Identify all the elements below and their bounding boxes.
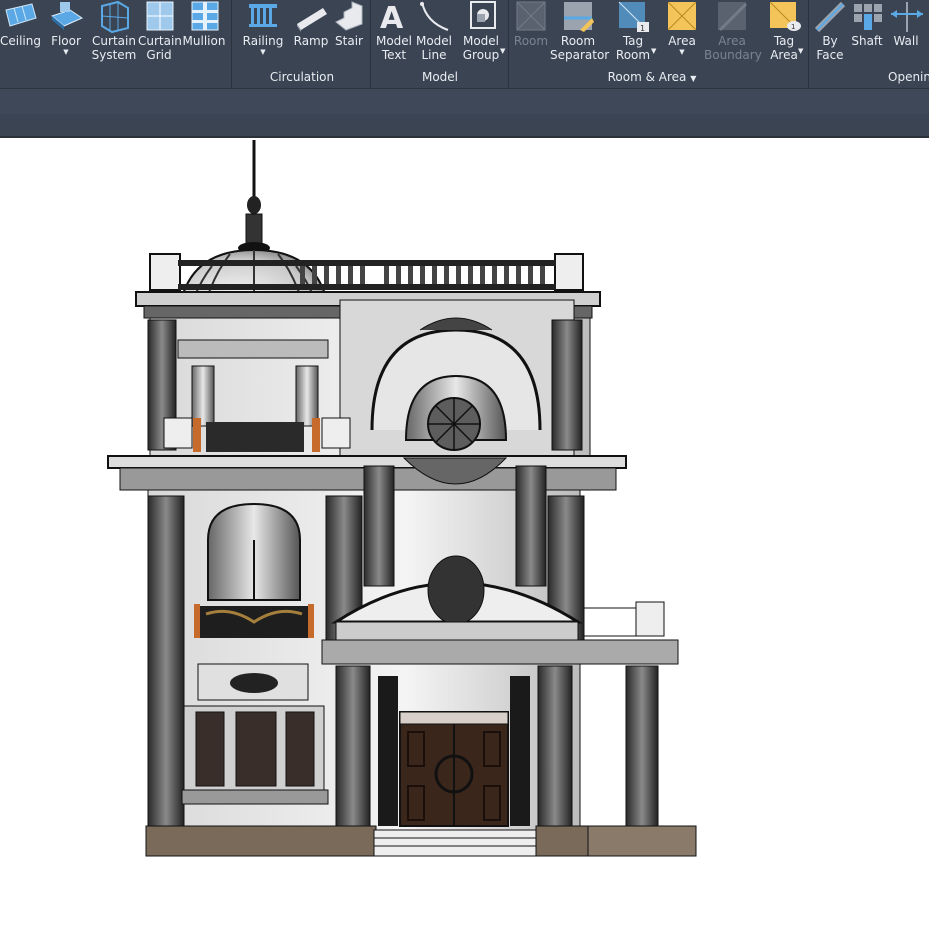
tag-area-icon: 1 (764, 0, 804, 34)
svg-text:1: 1 (640, 24, 645, 33)
area-boundary-icon (704, 0, 760, 34)
stair-label: Stair (335, 34, 363, 48)
ceiling-icon (0, 0, 40, 34)
wall-opening-label: Wall (893, 34, 919, 48)
ribbon-separator (508, 0, 509, 88)
ribbon-separator (231, 0, 232, 88)
railing-button[interactable]: Railing ▼ (240, 0, 286, 72)
model-line-label: Model Line (415, 34, 453, 62)
model-text-icon: A (374, 0, 414, 36)
group-title-model: Model (421, 70, 459, 84)
room-separator-icon (550, 0, 606, 34)
ribbon-panel: Ceiling Floor ▼ Curtain System Curtain G… (0, 0, 929, 88)
room-area-group-label: Room & Area (607, 70, 687, 84)
group-title-room-area[interactable]: Room & Area ▼ (600, 70, 704, 84)
room-separator-label: Room Separator (550, 34, 610, 62)
model-line-icon (414, 0, 454, 34)
area-dropdown-icon[interactable]: ▼ (662, 48, 702, 56)
ramp-button[interactable]: Ramp (292, 0, 330, 72)
model-text-button[interactable]: A Model Text (374, 0, 414, 72)
ceiling-button[interactable]: Ceiling (0, 0, 41, 72)
floor-icon (46, 0, 86, 34)
ribbon-separator (808, 0, 809, 88)
floor-button[interactable]: Floor ▼ (46, 0, 86, 72)
area-icon (662, 0, 702, 34)
options-bar (0, 88, 929, 115)
mullion-icon (182, 0, 226, 34)
tag-area-button[interactable]: 1 Tag Area ▼ (764, 0, 804, 72)
ramp-label: Ramp (293, 34, 329, 48)
tag-room-icon: 1 (612, 0, 654, 34)
wall-opening-icon (888, 0, 924, 34)
villa-elevation-drawing (107, 140, 697, 857)
drawing-canvas[interactable] (0, 138, 929, 927)
by-face-icon (812, 0, 848, 34)
ribbon-separator (370, 0, 371, 88)
curtain-grid-label: Curtain Grid (138, 34, 182, 62)
room-icon (512, 0, 550, 34)
room-area-dropdown-icon[interactable]: ▼ (690, 74, 696, 83)
tag-room-label: Tag Room (615, 34, 651, 62)
curtain-system-button[interactable]: Curtain System (90, 0, 138, 72)
mullion-button[interactable]: Mullion (182, 0, 226, 72)
tag-room-button[interactable]: 1 Tag Room ▼ (612, 0, 656, 72)
ramp-icon (292, 0, 330, 34)
curtain-grid-icon (138, 0, 180, 34)
curtain-system-icon (90, 0, 138, 34)
ceiling-label: Ceiling (0, 34, 41, 48)
mullion-label: Mullion (182, 34, 226, 48)
area-boundary-label: Area Boundary (704, 34, 762, 62)
railing-dropdown-icon[interactable]: ▼ (240, 48, 286, 56)
curtain-system-label: Curtain System (91, 34, 137, 62)
room-label: Room (513, 34, 549, 48)
shaft-button[interactable]: Shaft (849, 0, 885, 72)
group-title-opening: Openin (888, 70, 929, 84)
railing-icon (240, 0, 286, 34)
by-face-label: By Face (816, 34, 844, 62)
wall-opening-button[interactable]: Wall (888, 0, 924, 72)
room-button[interactable]: Room (512, 0, 550, 72)
svg-text:1: 1 (791, 23, 795, 31)
stair-button[interactable]: Stair (332, 0, 366, 72)
model-group-dropdown-icon[interactable]: ▼ (500, 44, 505, 58)
tag-room-dropdown-icon[interactable]: ▼ (651, 44, 656, 58)
floor-dropdown-icon[interactable]: ▼ (46, 48, 86, 56)
svg-text:A: A (380, 1, 404, 34)
area-label: Area (668, 34, 696, 48)
model-line-button[interactable]: Model Line (414, 0, 454, 72)
shaft-label: Shaft (851, 34, 883, 48)
by-face-button[interactable]: By Face (812, 0, 848, 72)
curtain-grid-button[interactable]: Curtain Grid (138, 0, 182, 72)
floor-label: Floor (51, 34, 81, 48)
group-title-circulation: Circulation (269, 70, 335, 84)
tag-area-dropdown-icon[interactable]: ▼ (798, 44, 803, 58)
area-boundary-button[interactable]: Area Boundary (704, 0, 762, 72)
railing-label: Railing (242, 34, 284, 48)
stair-icon (332, 0, 366, 34)
model-group-label: Model Group (462, 34, 500, 62)
shaft-icon (849, 0, 885, 34)
area-button[interactable]: Area ▼ (662, 0, 702, 72)
model-group-button[interactable]: Model Group ▼ (458, 0, 505, 72)
model-group-icon (458, 0, 504, 34)
view-tab-strip (0, 114, 929, 138)
room-separator-button[interactable]: Room Separator (550, 0, 610, 72)
model-text-label: Model Text (375, 34, 413, 62)
